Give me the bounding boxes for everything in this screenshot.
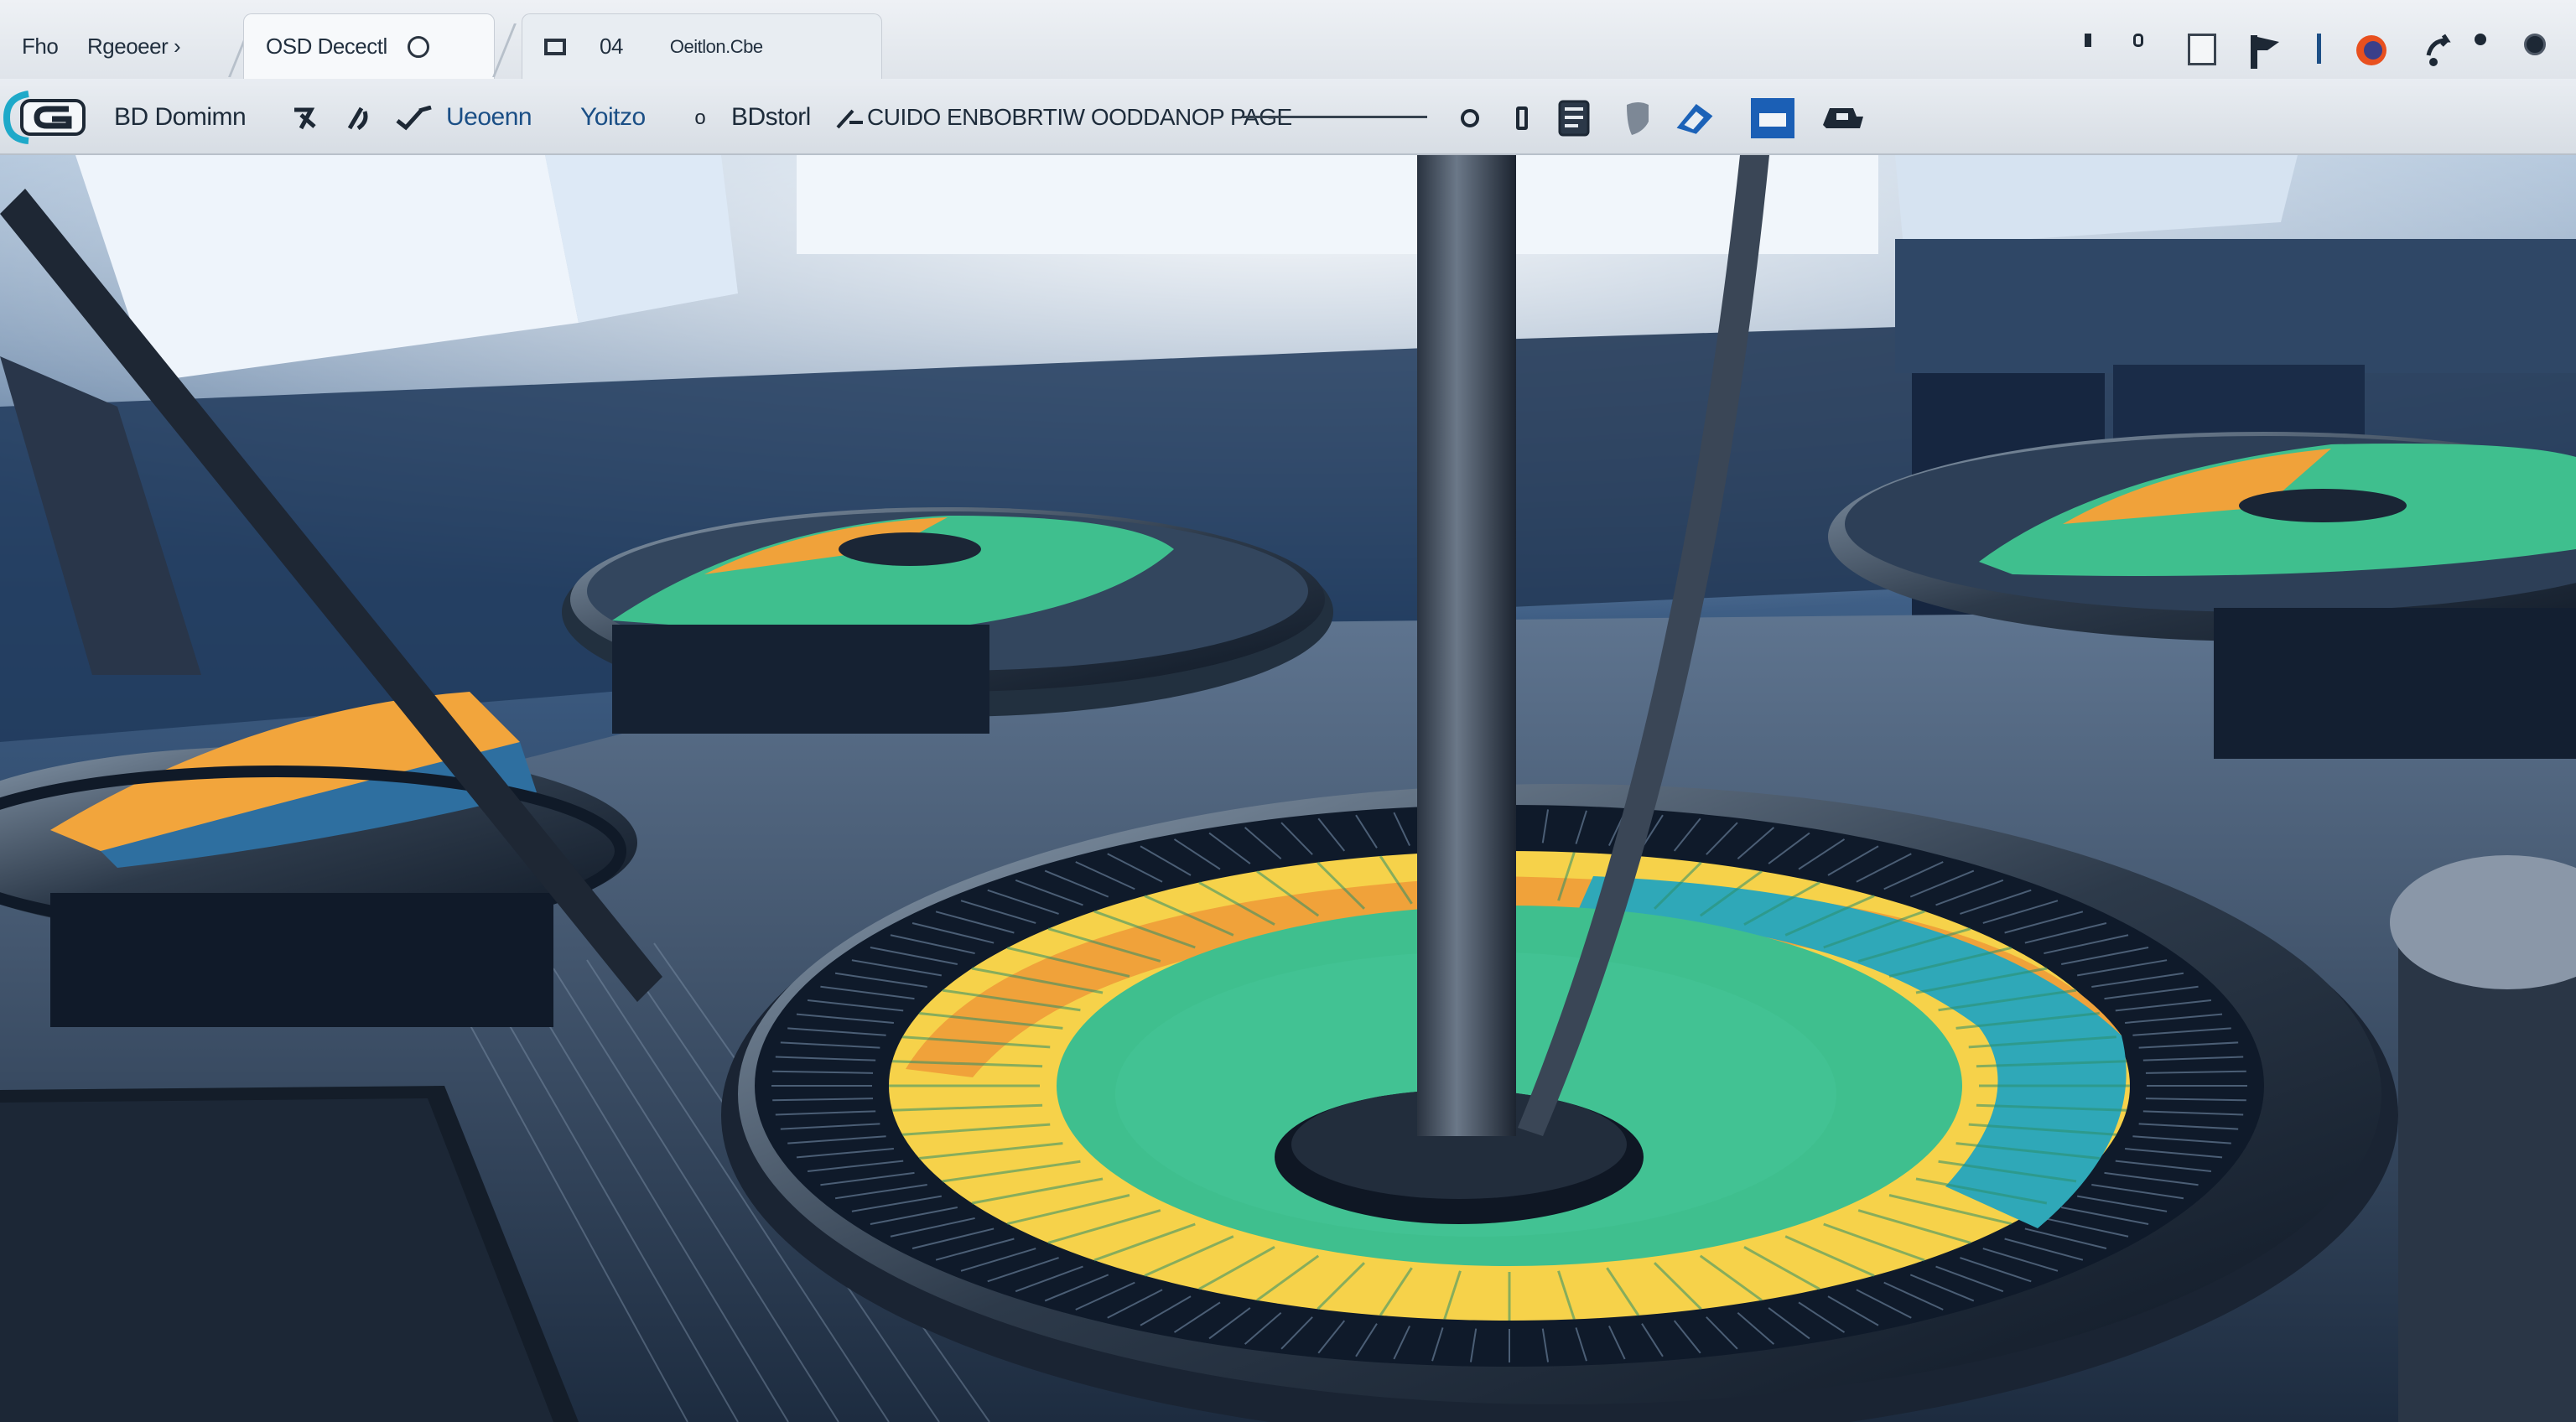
yoitzo-label: Yoitzo <box>580 103 646 131</box>
address-field[interactable]: CUIDO ENBOBRTIW OODDANOP PAGE <box>867 96 1292 139</box>
address-underline <box>1243 116 1427 118</box>
tab-strip: Fho Rgeoeer › OSD Decectl o 04 Oeitlon.C… <box>0 0 2576 80</box>
firefox-icon[interactable] <box>2353 34 2390 67</box>
flag-icon[interactable] <box>2246 34 2283 70</box>
document-icon[interactable] <box>1553 97 1595 139</box>
plug-icon[interactable] <box>337 97 379 139</box>
tab-rgeoeer[interactable]: Rgeoeer › <box>65 13 202 79</box>
share-icon[interactable] <box>2422 34 2459 70</box>
save-icon[interactable] <box>1749 97 1796 139</box>
ueoenn-label: Ueoenn <box>446 103 532 131</box>
bdstorl-label: BDstorl <box>731 103 811 131</box>
tab-label: Fho <box>22 33 59 59</box>
tab-osd-decectl[interactable]: OSD Decectl o <box>243 13 495 79</box>
dot-icon <box>2472 34 2489 45</box>
tab-label: Rgeoeer › <box>87 33 181 59</box>
yoitzo-menu[interactable]: Yoitzo <box>580 96 646 139</box>
ueoenn-menu[interactable]: Ueoenn <box>446 96 532 139</box>
edit-icon[interactable] <box>1674 97 1716 139</box>
tab-divider <box>492 23 517 77</box>
wand-icon[interactable] <box>830 97 872 139</box>
phone-icon[interactable] <box>1501 97 1543 139</box>
minimize-icon[interactable] <box>2083 34 2093 47</box>
tab-04[interactable]: 04 Oeitlon.Cbe <box>522 13 882 79</box>
domain-menu[interactable]: BD Domimn <box>114 96 247 139</box>
bdstorl-menu[interactable]: BDstorl <box>731 96 811 139</box>
domain-label: BD Domimn <box>114 103 247 131</box>
tab-label: 04 <box>600 34 623 59</box>
circle-icon[interactable]: o <box>407 35 429 58</box>
dot-menu-icon[interactable]: o <box>679 97 721 139</box>
square-icon[interactable] <box>2185 34 2219 65</box>
ship-icon[interactable] <box>1820 97 1867 139</box>
separator-icon <box>2314 34 2323 64</box>
check-icon[interactable] <box>392 97 434 139</box>
app-logo-icon[interactable] <box>3 89 87 146</box>
address-text: CUIDO ENBOBRTIW OODDANOP PAGE <box>867 104 1292 130</box>
tab-label: Oeitlon.Cbe <box>669 35 763 57</box>
close-icon[interactable] <box>2521 34 2549 55</box>
scene-render <box>0 155 2576 1422</box>
shield-icon[interactable] <box>1617 97 1659 139</box>
circle-icon[interactable] <box>1449 97 1491 139</box>
toolbar: BD Domimn Ueoenn Yoitzo o BDstorl CUIDO … <box>0 79 2576 155</box>
viewport-canvas[interactable] <box>0 155 2576 1422</box>
document-icon <box>544 38 566 55</box>
record-icon[interactable] <box>2130 34 2147 47</box>
hook-icon[interactable] <box>283 97 325 139</box>
tab-label: OSD Decectl <box>266 34 387 59</box>
